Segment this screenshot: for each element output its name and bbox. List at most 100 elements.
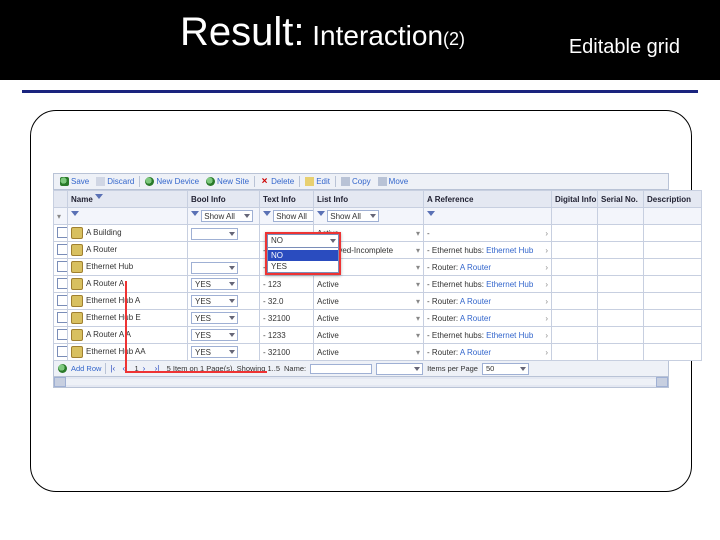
row-checkbox[interactable] [54,293,68,310]
discard-button[interactable]: Discard [94,177,136,186]
cell-digital[interactable] [552,259,598,276]
cell-ref[interactable]: - Router: A Router› [424,259,552,276]
cell-list[interactable]: Active ▾ [314,327,424,344]
cell-desc[interactable] [644,293,702,310]
reference-link[interactable]: A Router [460,263,491,272]
new-device-button[interactable]: New Device [143,177,201,186]
bool-dropdown-open[interactable]: NO NO YES [265,232,341,275]
dropdown-option-no[interactable]: NO [268,250,338,261]
copy-button[interactable]: Copy [339,177,373,186]
delete-button[interactable]: ×Delete [258,177,296,186]
cell-digital[interactable] [552,276,598,293]
scroll-track[interactable] [66,379,656,385]
cell-text[interactable]: - 1233 [260,327,314,344]
filter-name[interactable] [68,208,188,225]
cell-list[interactable]: Active ▾ [314,344,424,361]
cell-bool[interactable]: YES [188,276,260,293]
filter-bool[interactable]: Show All [188,208,260,225]
add-row-icon[interactable] [58,364,67,373]
cell-ref[interactable]: - Ethernet hubs: Ethernet Hub› [424,276,552,293]
reference-link[interactable]: Ethernet Hub [486,246,533,255]
cell-list[interactable]: Active ▾ [314,293,424,310]
reference-link[interactable]: A Router [460,297,491,306]
ipp-select[interactable]: 50 [482,363,529,375]
cell-ref[interactable]: - Ethernet hubs: Ethernet Hub› [424,327,552,344]
col-bool[interactable]: Bool Info [188,191,260,208]
cell-bool[interactable]: YES [188,344,260,361]
cell-ref[interactable]: - Router: A Router› [424,293,552,310]
dropdown-current[interactable]: NO [267,234,339,248]
cell-ref[interactable]: - Ethernet hubs: Ethernet Hub› [424,242,552,259]
cell-serial[interactable] [598,327,644,344]
filter-desc[interactable] [644,208,702,225]
cell-bool[interactable]: YES [188,310,260,327]
cell-desc[interactable] [644,259,702,276]
row-checkbox[interactable] [54,225,68,242]
filter-digital[interactable] [552,208,598,225]
horizontal-scrollbar[interactable] [53,377,669,388]
reference-link[interactable]: Ethernet Hub [486,331,533,340]
cell-bool[interactable]: YES [188,293,260,310]
cell-name[interactable]: A Router [68,242,188,259]
cell-serial[interactable] [598,225,644,242]
col-desc[interactable]: Description [644,191,702,208]
bool-select[interactable]: YES [191,278,238,290]
edit-button[interactable]: Edit [303,177,332,186]
row-checkbox[interactable] [54,327,68,344]
cell-name[interactable]: A Router A A [68,327,188,344]
scroll-left-button[interactable] [54,377,66,387]
dropdown-option-yes[interactable]: YES [268,261,338,272]
cell-name[interactable]: Ethernet Hub AA [68,344,188,361]
col-digital[interactable]: Digital Info [552,191,598,208]
col-text[interactable]: Text Info [260,191,314,208]
cell-text[interactable]: - 32100 [260,344,314,361]
cell-text[interactable]: - 32.0 [260,293,314,310]
cell-name[interactable]: Ethernet Hub [68,259,188,276]
row-checkbox[interactable] [54,259,68,276]
move-button[interactable]: Move [376,177,411,186]
cell-desc[interactable] [644,344,702,361]
save-button[interactable]: Save [58,177,91,186]
cell-serial[interactable] [598,242,644,259]
cell-bool[interactable] [188,242,260,259]
bool-select[interactable]: YES [191,312,238,324]
row-checkbox[interactable] [54,310,68,327]
new-site-button[interactable]: New Site [204,177,251,186]
cell-ref[interactable]: - Router: A Router› [424,344,552,361]
chevron-down-icon[interactable]: ▾ [57,212,61,221]
name-select[interactable] [376,363,423,375]
cell-digital[interactable] [552,225,598,242]
filter-serial[interactable] [598,208,644,225]
row-checkbox[interactable] [54,276,68,293]
col-serial[interactable]: Serial No. [598,191,644,208]
col-ref[interactable]: A Reference [424,191,552,208]
cell-list[interactable]: Active ▾ [314,310,424,327]
bool-select[interactable] [191,262,238,274]
cell-ref[interactable]: - Router: A Router› [424,310,552,327]
cell-serial[interactable] [598,310,644,327]
cell-desc[interactable] [644,310,702,327]
filter-ref[interactable] [424,208,552,225]
first-page-button[interactable]: |‹ [110,365,118,373]
cell-serial[interactable] [598,276,644,293]
filter-text[interactable]: Show All [260,208,314,225]
col-list[interactable]: List Info [314,191,424,208]
cell-list[interactable]: Active ▾ [314,276,424,293]
col-name[interactable]: Name [68,191,188,208]
scroll-right-button[interactable] [656,377,668,387]
bool-select[interactable]: YES [191,346,238,358]
reference-link[interactable]: A Router [460,314,491,323]
add-row-button[interactable]: Add Row [71,364,101,373]
filter-select[interactable]: Show All [273,210,313,222]
cell-digital[interactable] [552,344,598,361]
cell-digital[interactable] [552,327,598,344]
row-checkbox[interactable] [54,344,68,361]
cell-name[interactable]: Ethernet Hub E [68,310,188,327]
cell-name[interactable]: A Router A [68,276,188,293]
cell-digital[interactable] [552,293,598,310]
col-checkbox[interactable] [54,191,68,208]
reference-link[interactable]: Ethernet Hub [486,280,533,289]
cell-text[interactable]: - 123 [260,276,314,293]
reference-link[interactable]: A Router [460,348,491,357]
filter-select[interactable]: Show All [201,210,253,222]
